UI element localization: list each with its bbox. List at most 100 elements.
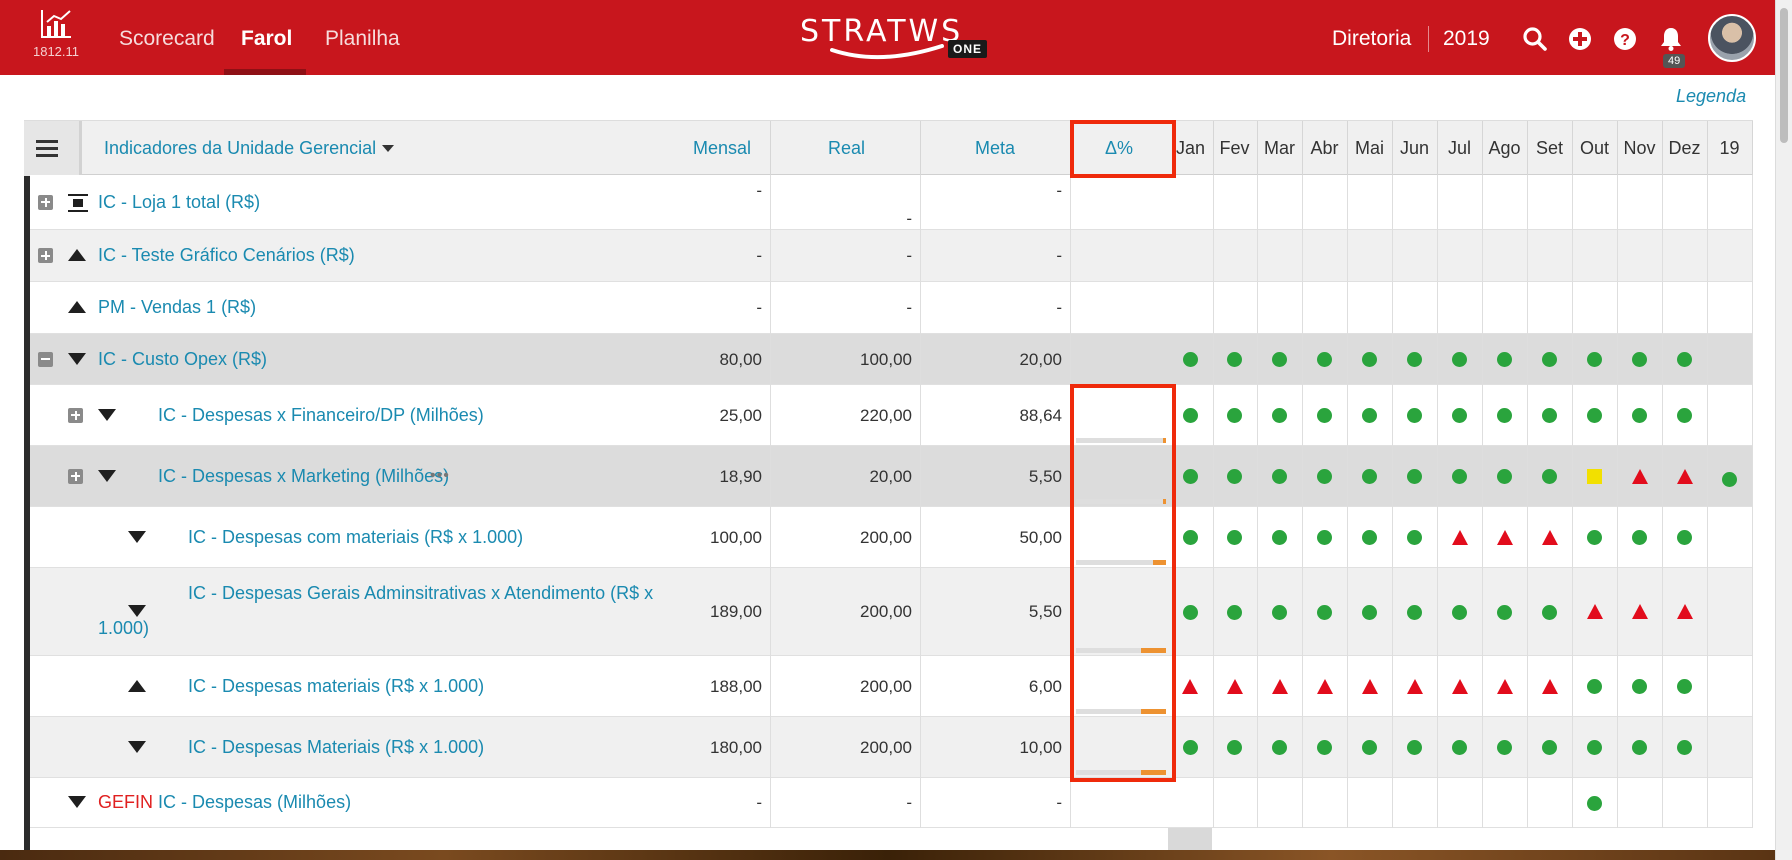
status-green-icon[interactable] [1497, 740, 1512, 755]
menu-button[interactable] [24, 121, 82, 176]
status-red-icon[interactable] [1316, 678, 1333, 694]
indicator-name-cont[interactable]: 1.000) [98, 611, 149, 646]
col-month[interactable]: Jul [1437, 121, 1482, 176]
col-month[interactable]: Dez [1662, 121, 1707, 176]
indicator-name[interactable]: IC - Despesas com materiais (R$ x 1.000) [188, 520, 523, 555]
tab-planilha[interactable]: Planilha [325, 0, 400, 75]
col-month[interactable]: Mai [1347, 121, 1392, 176]
expand-icon[interactable] [38, 194, 53, 210]
search-icon[interactable] [1522, 26, 1548, 52]
col-month[interactable]: Abr [1302, 121, 1347, 176]
help-icon[interactable]: ? [1612, 26, 1638, 52]
chevron-down-icon[interactable] [382, 145, 394, 152]
indicator-name[interactable]: GEFIN IC - Despesas (Milhões) [98, 785, 351, 820]
status-green-icon[interactable] [1587, 408, 1602, 423]
indicator-name[interactable]: IC - Despesas x Marketing (Milhões) [158, 459, 449, 494]
status-green-icon[interactable] [1182, 469, 1198, 484]
status-green-icon[interactable] [1677, 679, 1692, 694]
col-meta[interactable]: Meta [975, 121, 1015, 176]
status-green-icon[interactable] [1587, 530, 1602, 545]
table-row[interactable]: IC - Despesas com materiais (R$ x 1.000)… [30, 507, 1753, 568]
table-row[interactable]: IC - Despesas materiais (R$ x 1.000) 188,… [30, 656, 1753, 717]
more-options-icon[interactable]: ••• [430, 467, 450, 485]
status-green-icon[interactable] [1227, 352, 1242, 367]
status-green-icon[interactable] [1677, 408, 1692, 423]
status-green-icon[interactable] [1587, 679, 1602, 694]
status-green-icon[interactable] [1362, 530, 1377, 545]
status-green-icon[interactable] [1272, 408, 1287, 423]
status-red-icon[interactable] [1226, 678, 1243, 694]
status-green-icon[interactable] [1227, 408, 1242, 423]
status-green-icon[interactable] [1407, 604, 1422, 620]
status-green-icon[interactable] [1497, 352, 1512, 367]
status-green-icon[interactable] [1317, 352, 1332, 367]
vertical-scrollbar[interactable] [1775, 0, 1792, 860]
status-green-icon[interactable] [1542, 604, 1557, 620]
status-green-icon[interactable] [1587, 352, 1602, 367]
status-green-icon[interactable] [1677, 530, 1692, 545]
indicator-name[interactable]: IC - Despesas Gerais Adminsitrativas x A… [188, 576, 653, 611]
table-row[interactable]: IC - Despesas Materiais (R$ x 1.000) 180,… [30, 717, 1753, 778]
status-yellow-icon[interactable] [1587, 469, 1602, 484]
status-green-icon[interactable] [1182, 604, 1198, 620]
year-selector[interactable]: 2019 [1443, 0, 1490, 75]
status-green-icon[interactable] [1542, 740, 1557, 755]
avatar[interactable] [1708, 14, 1756, 62]
col-month[interactable]: 19 [1707, 121, 1752, 176]
indicator-name[interactable]: IC - Despesas materiais (R$ x 1.000) [188, 669, 484, 704]
status-red-icon[interactable] [1496, 529, 1513, 545]
status-green-icon[interactable] [1677, 352, 1692, 367]
status-green-icon[interactable] [1542, 408, 1557, 423]
status-green-icon[interactable] [1407, 740, 1422, 755]
status-green-icon[interactable] [1632, 530, 1647, 545]
status-green-icon[interactable] [1407, 469, 1422, 484]
status-green-icon[interactable] [1497, 469, 1512, 484]
status-green-icon[interactable] [1227, 740, 1242, 755]
status-green-icon[interactable] [1452, 469, 1467, 484]
collapse-icon[interactable] [38, 351, 53, 367]
status-green-icon[interactable] [1272, 469, 1287, 484]
status-green-icon[interactable] [1182, 408, 1198, 423]
status-green-icon[interactable] [1632, 679, 1647, 694]
plus-circle-icon[interactable] [1567, 26, 1593, 52]
status-green-icon[interactable] [1452, 604, 1467, 620]
col-real[interactable]: Real [828, 121, 865, 176]
status-green-icon[interactable] [1452, 740, 1467, 755]
table-row[interactable]: GEFIN IC - Despesas (Milhões) - - - [30, 778, 1753, 828]
table-row[interactable]: IC - Loja 1 total (R$) - - - [30, 175, 1753, 230]
status-green-icon[interactable] [1227, 604, 1242, 620]
expand-icon[interactable] [38, 248, 53, 263]
status-green-icon[interactable] [1272, 740, 1287, 755]
status-red-icon[interactable] [1451, 678, 1468, 694]
col-month[interactable]: Jun [1392, 121, 1437, 176]
status-green-icon[interactable] [1227, 469, 1242, 484]
bell-icon[interactable] [1658, 26, 1684, 52]
col-month[interactable]: Set [1527, 121, 1572, 176]
expand-icon[interactable] [68, 407, 83, 423]
indicators-title[interactable]: Indicadores da Unidade Gerencial [104, 121, 376, 176]
status-red-icon[interactable] [1271, 678, 1288, 694]
status-green-icon[interactable] [1407, 408, 1422, 423]
tab-scorecard[interactable]: Scorecard [119, 0, 215, 75]
status-red-icon[interactable] [1182, 678, 1198, 694]
status-green-icon[interactable] [1272, 530, 1287, 545]
status-green-icon[interactable] [1407, 352, 1422, 367]
status-green-icon[interactable] [1497, 408, 1512, 423]
home-button[interactable]: 1812.11 [30, 8, 82, 68]
status-green-icon[interactable] [1362, 352, 1377, 367]
status-red-icon[interactable] [1496, 678, 1513, 694]
status-green-icon[interactable] [1362, 469, 1377, 484]
expand-icon[interactable] [68, 468, 83, 484]
table-row[interactable]: IC - Custo Opex (R$) 80,00 100,00 20,00 [30, 334, 1753, 385]
table-row[interactable]: PM - Vendas 1 (R$) - - - [30, 282, 1753, 334]
indicator-name[interactable]: IC - Loja 1 total (R$) [98, 185, 260, 220]
status-green-icon[interactable] [1587, 740, 1602, 755]
legend-link[interactable]: Legenda [1676, 86, 1746, 107]
status-green-icon[interactable] [1317, 604, 1332, 620]
status-green-icon[interactable] [1542, 352, 1557, 367]
indicator-name[interactable]: PM - Vendas 1 (R$) [98, 290, 256, 325]
indicator-name[interactable]: IC - Despesas Materiais (R$ x 1.000) [188, 730, 484, 765]
status-green-icon[interactable] [1542, 469, 1557, 484]
col-month[interactable]: Nov [1617, 121, 1662, 176]
status-red-icon[interactable] [1586, 604, 1603, 619]
